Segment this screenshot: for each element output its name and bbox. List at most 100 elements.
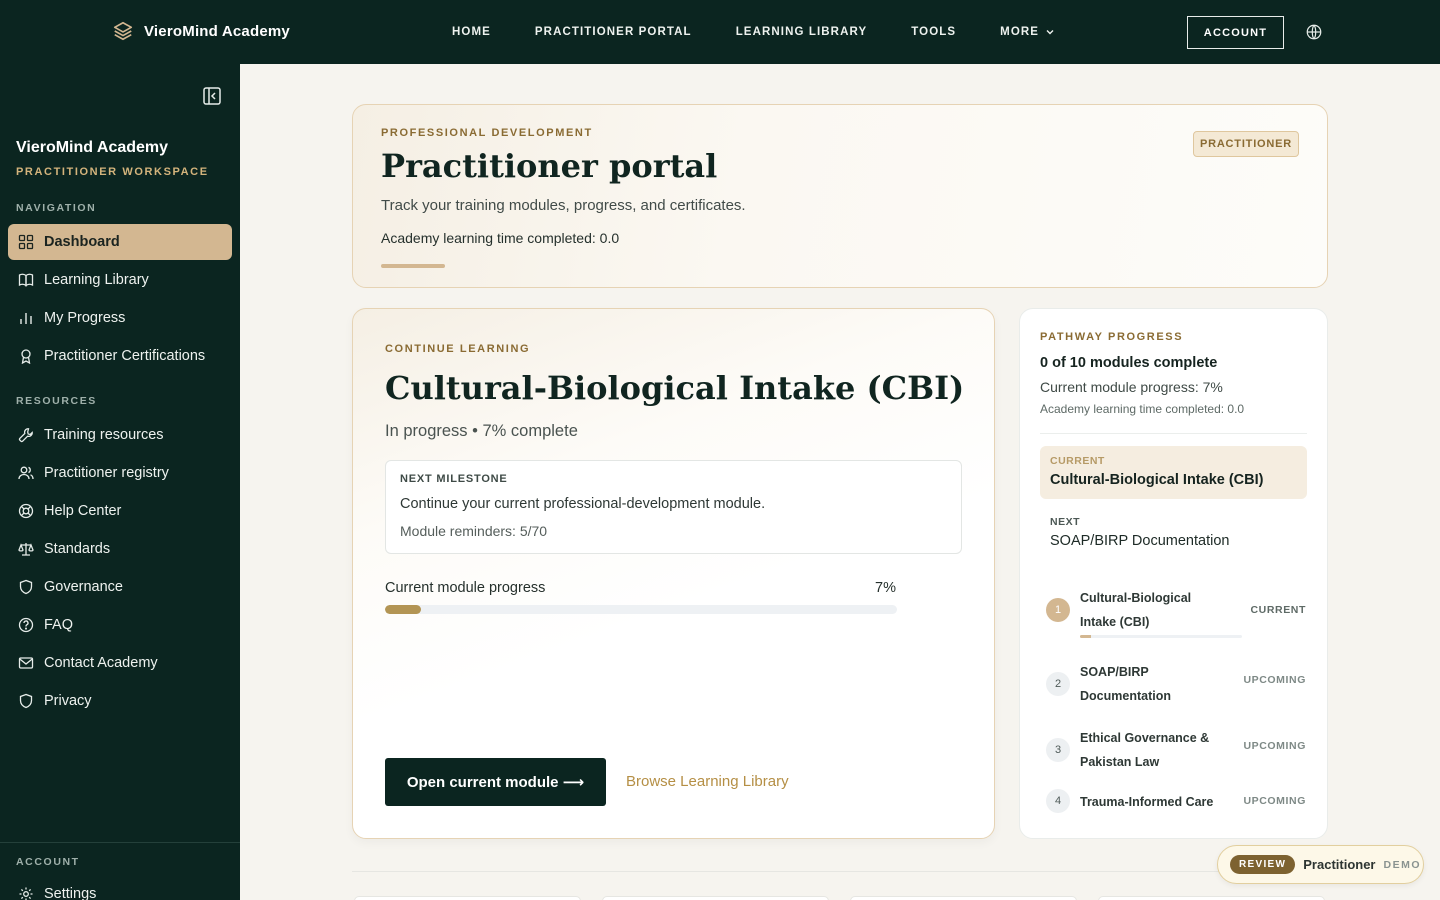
continue-eyebrow: CONTINUE LEARNING [385,343,531,355]
sidebar-item-learning-library[interactable]: Learning Library [8,262,232,298]
step-state: UPCOMING [1243,674,1306,686]
sidebar-title: VieroMind Academy [16,139,169,156]
step-name: Cultural-Biological Intake (CBI) [1080,591,1192,629]
nav-home[interactable]: HOME [452,26,491,38]
shield-icon [19,579,33,595]
page-title: Practitioner portal [381,147,718,185]
sidebar-collapse-icon[interactable] [202,86,222,106]
modules-complete-count: 0 of 10 modules complete [1040,355,1218,371]
layers-icon [113,21,133,41]
summary-card [1098,896,1325,900]
review-demo-label: DEMO [1383,858,1421,871]
current-key: CURRENT [1050,455,1105,467]
next-module-box[interactable]: NEXT SOAP/BIRP Documentation [1040,507,1307,560]
step-progress-fill [1080,635,1092,638]
pathway-progress-card: PATHWAY PROGRESS 0 of 10 modules complet… [1019,308,1328,839]
browse-library-link[interactable]: Browse Learning Library [626,773,789,790]
wrench-icon [18,428,33,443]
sidebar-item-label: Help Center [44,503,122,519]
sidebar-item-privacy[interactable]: Privacy [8,683,232,719]
chevron-down-icon [1046,30,1054,35]
open-current-module-button[interactable]: Open current module ⟶ [385,758,606,806]
account-button[interactable]: ACCOUNT [1187,16,1284,49]
mail-icon [18,657,34,669]
pathway-step[interactable]: 3 Ethical Governance & Pakistan Law UPCO… [1046,726,1306,774]
module-progress-bar [385,605,897,614]
sidebar-item-help-center[interactable]: Help Center [8,493,232,529]
sidebar-item-label: Dashboard [44,234,120,250]
brand-name: VieroMind Academy [144,22,290,40]
sidebar-item-label: Privacy [44,693,92,709]
next-milestone-box: NEXT MILESTONE Continue your current pro… [385,460,962,554]
step-state: CURRENT [1250,604,1306,616]
step-name: SOAP/BIRP Documentation [1080,665,1171,703]
hero-time-completed: Academy learning time completed: 0.0 [381,230,620,246]
review-role: Practitioner [1303,857,1376,872]
nav-more[interactable]: MORE [1000,26,1055,38]
globe-icon[interactable] [1305,23,1323,41]
sidebar-item-dashboard[interactable]: Dashboard [8,224,232,260]
nav-practitioner-portal[interactable]: PRACTITIONER PORTAL [535,26,692,38]
review-tag: REVIEW [1230,855,1296,874]
lifebuoy-icon [18,503,34,519]
next-key: NEXT [1050,516,1081,528]
step-number: 2 [1046,672,1070,696]
current-value: Cultural-Biological Intake (CBI) [1050,472,1264,488]
step-number: 3 [1046,738,1070,762]
progress-label: Current module progress [385,580,546,596]
hero-eyebrow: PROFESSIONAL DEVELOPMENT [381,127,593,139]
section-divider [352,871,1328,872]
bar-chart-icon [20,313,32,324]
step-state: UPCOMING [1243,795,1306,807]
step-name: Ethical Governance & Pakistan Law [1080,731,1210,769]
sidebar-item-my-progress[interactable]: My Progress [8,300,232,336]
step-state: UPCOMING [1243,740,1306,752]
pathway-eyebrow: PATHWAY PROGRESS [1040,331,1184,343]
nav-more-label: MORE [1000,26,1040,38]
book-icon [18,273,34,287]
sidebar-item-practitioner-registry[interactable]: Practitioner registry [8,455,232,491]
question-icon [18,617,34,633]
pathway-step[interactable]: 4 Trauma-Informed Care UPCOMING [1046,789,1306,813]
next-value: SOAP/BIRP Documentation [1050,533,1230,549]
step-number: 1 [1046,598,1070,622]
review-mode-pill[interactable]: REVIEW Practitioner DEMO [1217,845,1424,884]
continue-learning-card: CONTINUE LEARNING Cultural-Biological In… [352,308,995,839]
resources-heading: RESOURCES [16,395,97,407]
sidebar-divider [0,842,240,843]
summary-card [602,896,829,900]
gear-icon [19,887,33,900]
sidebar-item-certifications[interactable]: Practitioner Certifications [8,338,232,374]
sidebar-item-label: Learning Library [44,272,149,288]
pathway-step[interactable]: 1 Cultural-Biological Intake (CBI) CURRE… [1046,586,1306,642]
role-badge: PRACTITIONER [1193,131,1299,157]
sidebar-item-standards[interactable]: Standards [8,531,232,567]
sidebar-item-settings[interactable]: Settings [8,876,232,900]
nav-learning-library[interactable]: LEARNING LIBRARY [736,26,868,38]
nav-tools[interactable]: TOOLS [911,26,956,38]
step-number: 4 [1046,789,1070,813]
step-name: Trauma-Informed Care [1080,795,1214,809]
award-icon [21,349,31,364]
sidebar-item-label: Settings [44,886,97,900]
step-progress-bar [1080,635,1242,638]
milestone-text: Continue your current professional-devel… [400,496,766,512]
sidebar-item-faq[interactable]: FAQ [8,607,232,643]
dashboard-icon [18,234,34,250]
hero-accent-rule [381,264,445,268]
current-module-title: Cultural-Biological Intake (CBI) [385,369,965,407]
sidebar-item-label: Training resources [44,427,164,443]
brand-logo-link[interactable]: VieroMind Academy [112,20,290,42]
navigation-heading: NAVIGATION [16,202,97,214]
pathway-step[interactable]: 2 SOAP/BIRP Documentation UPCOMING [1046,660,1306,708]
sidebar-subtitle: PRACTITIONER WORKSPACE [16,166,209,178]
module-status: In progress • 7% complete [385,422,578,440]
main-nav: HOME PRACTITIONER PORTAL LEARNING LIBRAR… [452,0,1055,64]
sidebar-item-label: Contact Academy [44,655,158,671]
current-module-box[interactable]: CURRENT Cultural-Biological Intake (CBI) [1040,446,1307,499]
sidebar-item-training-resources[interactable]: Training resources [8,417,232,453]
sidebar: VieroMind Academy PRACTITIONER WORKSPACE… [0,64,240,900]
sidebar-item-governance[interactable]: Governance [8,569,232,605]
sidebar-item-contact-academy[interactable]: Contact Academy [8,645,232,681]
progress-percent: 7% [875,580,896,596]
